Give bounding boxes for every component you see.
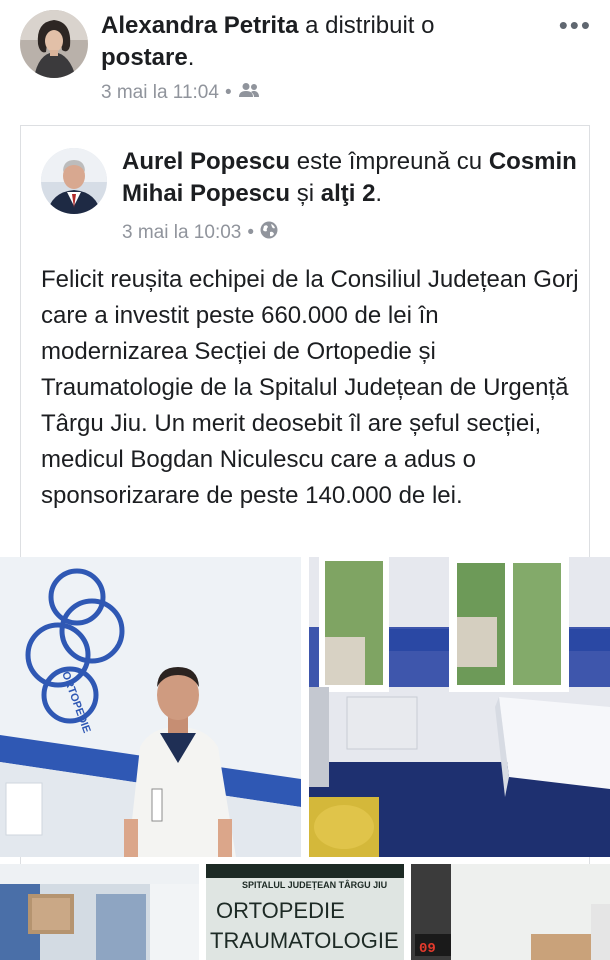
globe-icon[interactable] [260,221,278,245]
photo-corridor[interactable] [0,864,199,960]
avatar[interactable] [20,10,88,78]
share-line-end: . [187,44,195,71]
sign-line-2: TRAUMATOLOGIE [210,928,399,953]
share-action-text: a distribuit o [298,12,435,39]
author-name-link[interactable]: Aurel Popescu [122,148,290,175]
profile-photo [41,148,107,214]
post-meta: 3 mai la 10:03 • [122,221,278,245]
sign-line-1: ORTOPEDIE [216,898,345,923]
photo-doctor[interactable]: ORTOPEDIE [0,557,301,857]
photo-department-sign[interactable]: SPITALUL JUDEȚEAN TÂRGU JIU ORTOPEDIE TR… [206,864,404,960]
friends-icon[interactable] [238,82,260,104]
with-text: este împreună cu [290,148,489,175]
photo-hospital-room[interactable] [309,557,610,857]
more-options-button[interactable]: ••• [559,10,592,41]
author-line-end: . [375,180,383,207]
post-link[interactable]: postare [101,44,188,71]
avatar[interactable] [41,148,107,214]
post-text: Felicit reușita echipei de la Consiliul … [41,266,579,509]
sign-hospital-name: SPITALUL JUDEȚEAN TÂRGU JIU [242,879,387,890]
post-timestamp-link[interactable]: 3 mai la 10:03 [122,222,241,244]
clock-display: 09 [419,941,436,957]
photo-room-corner[interactable]: 09 [411,864,610,960]
post-author-line: Aurel Popescu este împreună cu Cosmin Mi… [122,146,582,210]
share-line: Alexandra Petrita a distribuit o postare… [101,10,531,74]
share-meta: 3 mai la 11:04 • [101,82,260,104]
meta-separator: • [224,82,232,103]
share-header: Alexandra Petrita a distribuit o postare… [0,0,610,115]
profile-photo [20,10,88,78]
sharer-name-link[interactable]: Alexandra Petrita [101,12,298,39]
meta-separator: • [247,222,255,243]
others-link[interactable]: alţi 2 [321,180,376,207]
and-text: și [290,180,321,207]
share-timestamp-link[interactable]: 3 mai la 11:04 [101,82,219,104]
